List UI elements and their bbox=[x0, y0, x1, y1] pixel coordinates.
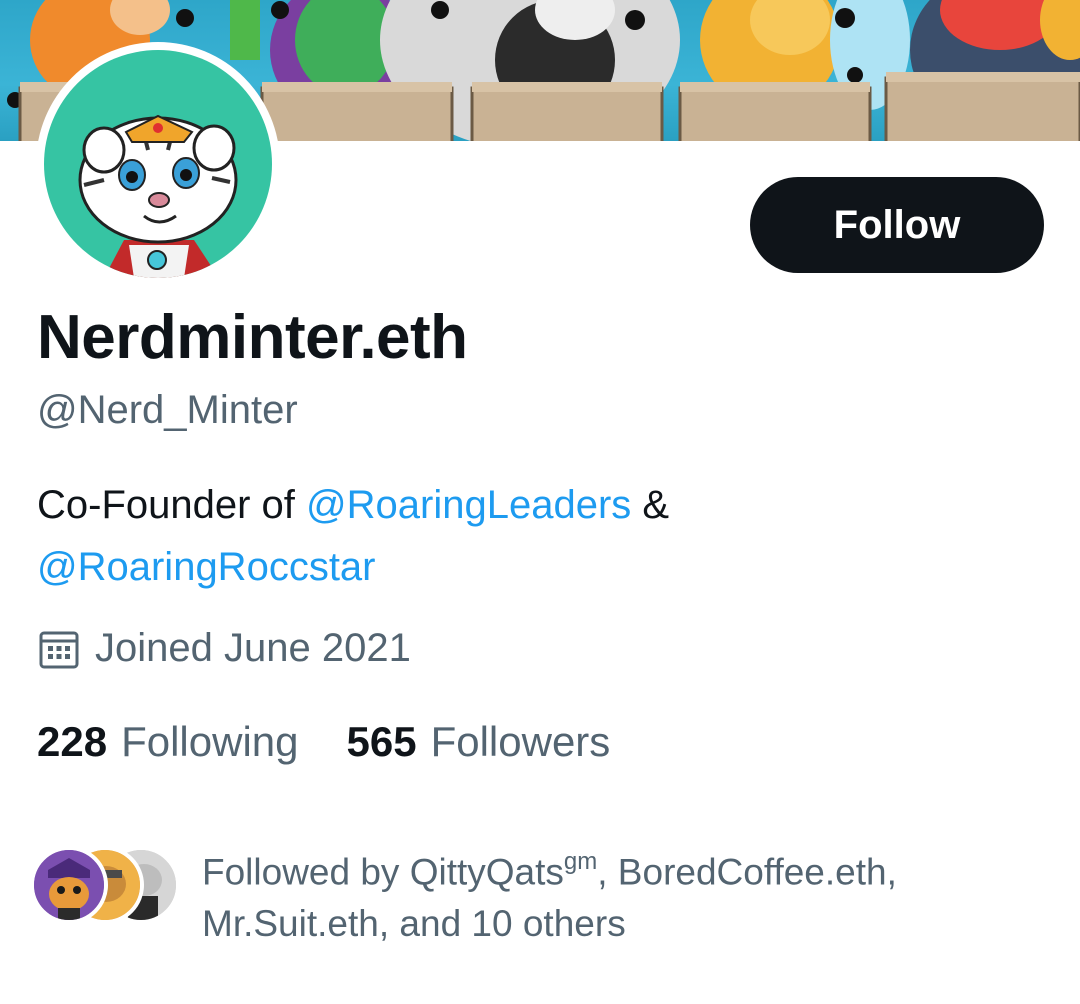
following-label: Following bbox=[121, 718, 299, 765]
followers-count: 565 bbox=[346, 718, 417, 765]
bio-text: & bbox=[631, 483, 681, 527]
profile-page: Follow Nerdminter.eth @Nerd_Minter Co-Fo… bbox=[0, 0, 1080, 1004]
followed-by-section[interactable]: Followed by QittyQatsgm, BoredCoffee.eth… bbox=[30, 838, 1022, 950]
joined-date: Joined June 2021 bbox=[37, 626, 411, 671]
following-link[interactable]: 228 Following bbox=[37, 718, 299, 766]
profile-bio: Co-Founder of @RoaringLeaders & @Roaring… bbox=[37, 474, 1037, 598]
profile-stats: 228 Following 565 Followers bbox=[37, 718, 658, 766]
profile-avatar[interactable] bbox=[36, 42, 280, 286]
followed-by-superscript: gm bbox=[563, 848, 598, 875]
display-name: Nerdminter.eth bbox=[37, 303, 468, 372]
avatar bbox=[30, 846, 108, 924]
followers-link[interactable]: 565 Followers bbox=[347, 718, 611, 766]
calendar-icon bbox=[37, 627, 81, 671]
followed-by-prefix: Followed by QittyQats bbox=[202, 851, 564, 893]
following-count: 228 bbox=[37, 718, 108, 765]
joined-text: Joined June 2021 bbox=[95, 626, 411, 670]
followed-by-text: Followed by QittyQatsgm, BoredCoffee.eth… bbox=[202, 838, 1022, 950]
follow-button[interactable]: Follow bbox=[750, 177, 1044, 273]
followers-label: Followers bbox=[430, 718, 611, 765]
followed-by-avatars bbox=[30, 846, 190, 926]
avatar-image bbox=[44, 50, 272, 278]
profile-handle: @Nerd_Minter bbox=[37, 388, 298, 432]
mention-roaringleaders-link[interactable]: @RoaringLeaders bbox=[306, 483, 631, 527]
bio-text: Co-Founder of bbox=[37, 483, 307, 527]
mention-roaringroccstar-link[interactable]: @RoaringRoccstar bbox=[37, 545, 376, 589]
